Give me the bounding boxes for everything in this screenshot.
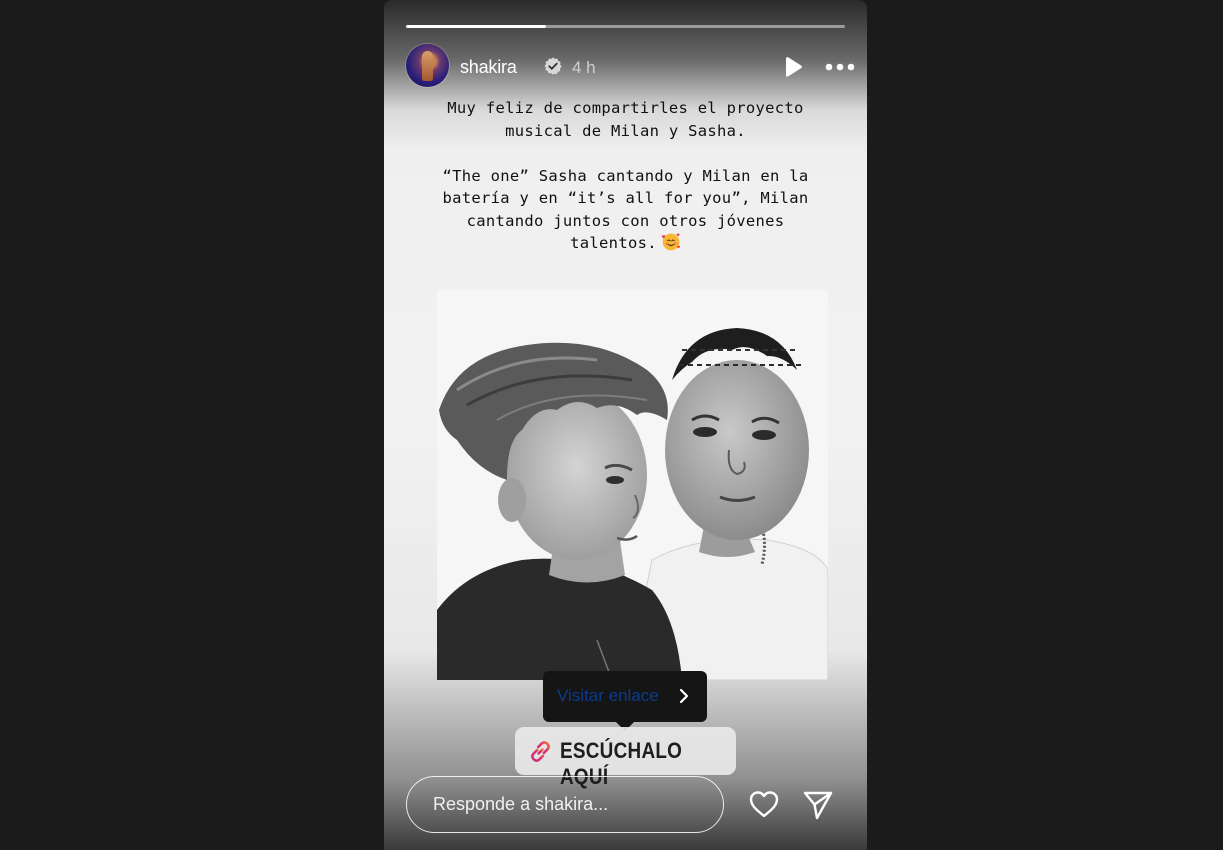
- story-photo: [437, 290, 828, 680]
- avatar[interactable]: [406, 44, 449, 87]
- caption-line: talentos.: [570, 234, 657, 252]
- caption-line: Muy feliz de compartirles el proyecto: [447, 99, 804, 117]
- link-sticker[interactable]: ESCÚCHALO AQUÍ: [515, 727, 736, 789]
- post-time: 4 h: [572, 58, 596, 77]
- reply-input[interactable]: [406, 776, 724, 833]
- play-icon[interactable]: [780, 55, 804, 79]
- chevron-right-icon: [679, 688, 689, 704]
- story-header: shakira 4 h: [406, 44, 855, 90]
- caption-line: batería y en “it’s all for you”, Milan: [442, 189, 809, 207]
- caption-line: musical de Milan y Sasha.: [505, 121, 746, 140]
- heart-icon[interactable]: [748, 789, 780, 821]
- caption-line: “The one” Sasha cantando y Milan en la: [442, 166, 809, 185]
- visit-link-tooltip[interactable]: Visitar enlace: [543, 671, 707, 731]
- more-options-icon[interactable]: [824, 56, 856, 78]
- caption-last-line: talentos.: [404, 232, 847, 255]
- story-progress-bar: [406, 25, 845, 28]
- photo-two-boys-image: [437, 290, 828, 680]
- username[interactable]: shakira: [460, 57, 517, 78]
- caption-line: cantando juntos con otros jóvenes: [466, 211, 785, 230]
- story-progress-fill: [406, 25, 547, 28]
- send-icon[interactable]: [802, 789, 834, 821]
- visit-link-label: Visitar enlace: [557, 686, 659, 705]
- story-caption: Muy feliz de compartirles el proyecto mu…: [404, 97, 847, 255]
- link-icon: [531, 741, 550, 762]
- story-viewer: shakira 4 h Muy feliz de compartirles el…: [384, 0, 867, 850]
- verified-badge-icon: [544, 57, 562, 75]
- smiling-face-with-hearts-icon: [661, 233, 680, 251]
